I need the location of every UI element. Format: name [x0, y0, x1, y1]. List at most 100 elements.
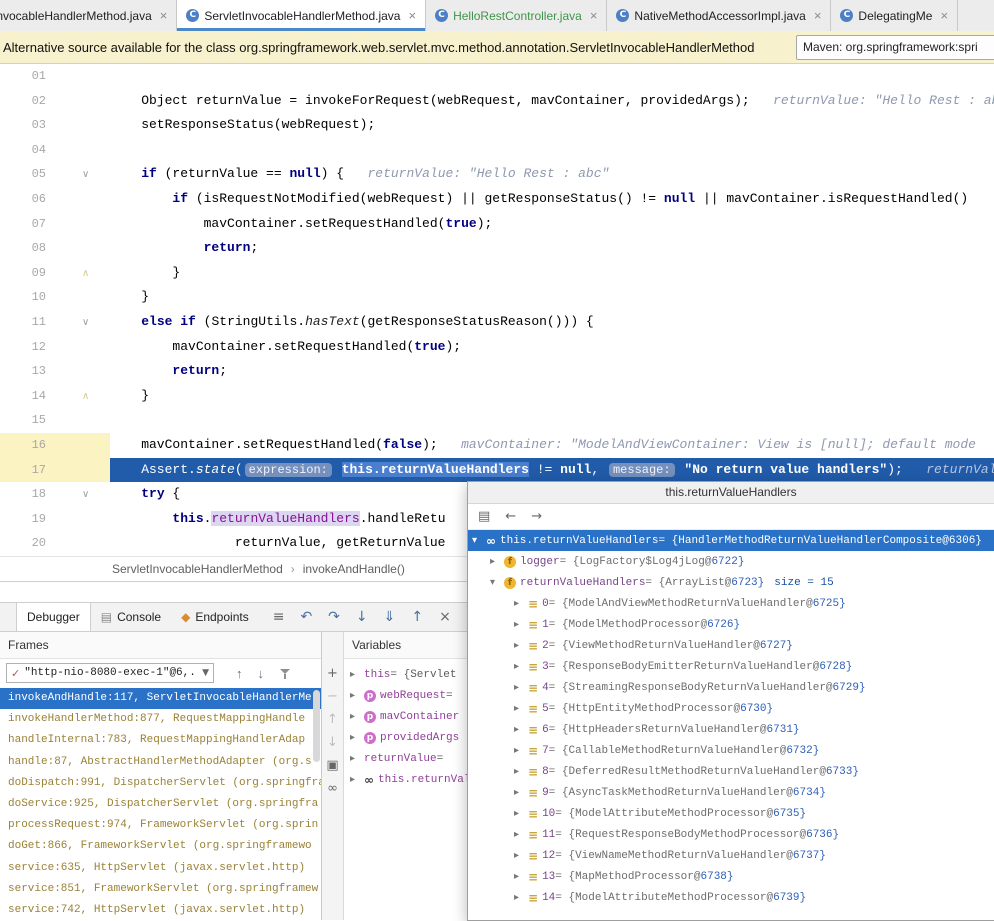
fold-up-icon[interactable]: ∧ — [82, 262, 89, 287]
popup-row[interactable]: ▸≡11 = {RequestResponseBodyMethodProcess… — [468, 824, 994, 845]
chevron-right-icon[interactable]: ▸ — [514, 871, 528, 882]
chevron-right-icon[interactable]: ▸ — [514, 703, 528, 714]
code-line[interactable]: 09∧ } — [0, 261, 994, 286]
code-line[interactable]: 12 mavContainer.setRequestHandled(true); — [0, 335, 994, 360]
code-line[interactable]: 14∧ } — [0, 384, 994, 409]
remove-watch-icon[interactable]: − — [327, 689, 338, 704]
popup-row[interactable]: ▸≡10 = {ModelAttributeMethodProcessor@67… — [468, 803, 994, 824]
editor-tab[interactable]: CInvocableHandlerMethod.java× — [0, 0, 177, 31]
tab-console[interactable]: ▤Console — [91, 603, 171, 631]
close-icon[interactable]: × — [590, 8, 598, 23]
code-line[interactable]: 04 — [0, 138, 994, 163]
code-line[interactable]: 15 — [0, 408, 994, 433]
frame-row[interactable]: service:742, HttpServlet (javax.servlet.… — [0, 900, 321, 920]
frame-row[interactable]: doService:925, DispatcherServlet (org.sp… — [0, 794, 321, 815]
popup-row[interactable]: ▸≡4 = {StreamingResponseBodyReturnValueH… — [468, 677, 994, 698]
frame-row[interactable]: doDispatch:991, DispatcherServlet (org.s… — [0, 773, 321, 794]
close-icon[interactable]: × — [160, 8, 168, 23]
frame-row[interactable]: service:635, HttpServlet (javax.servlet.… — [0, 858, 321, 879]
fold-down-icon[interactable]: ∨ — [82, 163, 89, 188]
code-line[interactable]: 01 — [0, 64, 994, 89]
layout-settings-icon[interactable]: ≡ — [273, 609, 285, 625]
popup-row[interactable]: ▸≡3 = {ResponseBodyEmitterReturnValueHan… — [468, 656, 994, 677]
chevron-right-icon[interactable]: ▸ — [514, 829, 528, 840]
breadcrumb-item-class[interactable]: ServletInvocableHandlerMethod — [112, 562, 283, 576]
duplicate-watch-icon[interactable]: ▣ — [326, 758, 338, 773]
expand-icon[interactable]: ▸ — [350, 669, 364, 680]
frame-row[interactable]: invokeAndHandle:117, ServletInvocableHan… — [0, 688, 321, 709]
popup-row[interactable]: ▸≡6 = {HttpHeadersReturnValueHandler@673… — [468, 719, 994, 740]
show-watches-icon[interactable]: ∞ — [327, 781, 338, 796]
show-execution-point-icon[interactable]: ↶ — [300, 609, 312, 625]
code-line[interactable]: 05∨ if (returnValue == null) { returnVal… — [0, 162, 994, 187]
frame-row[interactable]: handleInternal:783, RequestMappingHandle… — [0, 730, 321, 751]
code-line[interactable]: 06 if (isRequestNotModified(webRequest) … — [0, 187, 994, 212]
fold-up-icon[interactable]: ∧ — [82, 385, 89, 410]
popup-row[interactable]: ▸≡8 = {DeferredResultMethodReturnValueHa… — [468, 761, 994, 782]
chevron-right-icon[interactable]: ▸ — [514, 766, 528, 777]
popup-row[interactable]: ▸≡1 = {ModelMethodProcessor@6726} — [468, 614, 994, 635]
frame-row[interactable]: processRequest:974, FrameworkServlet (or… — [0, 815, 321, 836]
fold-down-icon[interactable]: ∨ — [82, 483, 89, 508]
frame-row[interactable]: invokeHandlerMethod:877, RequestMappingH… — [0, 709, 321, 730]
code-line[interactable]: 07 mavContainer.setRequestHandled(true); — [0, 212, 994, 237]
view-options-icon[interactable]: ▤ — [478, 509, 490, 524]
force-step-into-icon[interactable]: ⇓ — [384, 609, 396, 625]
chevron-right-icon[interactable]: ▸ — [490, 556, 504, 567]
step-out-icon[interactable]: ↑ — [411, 609, 423, 625]
popup-row[interactable]: ▸≡13 = {MapMethodProcessor@6738} — [468, 866, 994, 887]
expand-icon[interactable]: ▸ — [350, 753, 364, 764]
alt-source-combo[interactable]: Maven: org.springframework:spri — [796, 35, 994, 60]
filter-frames-icon[interactable] — [279, 667, 291, 680]
add-watch-icon[interactable]: + — [327, 666, 338, 681]
next-frame-icon[interactable]: ↓ — [258, 666, 265, 681]
tab-debugger[interactable]: Debugger — [16, 603, 91, 631]
code-line[interactable]: 10 } — [0, 285, 994, 310]
popup-row[interactable]: ▸flogger = {LogFactory$Log4jLog@6722} — [468, 551, 994, 572]
frame-row[interactable]: service:851, FrameworkServlet (org.sprin… — [0, 879, 321, 900]
code-line[interactable]: 03 setResponseStatus(webRequest); — [0, 113, 994, 138]
code-line[interactable]: 02 Object returnValue = invokeForRequest… — [0, 89, 994, 114]
popup-row[interactable]: ▸≡2 = {ViewMethodReturnValueHandler@6727… — [468, 635, 994, 656]
code-line[interactable]: 11∨ else if (StringUtils.hasText(getResp… — [0, 310, 994, 335]
popup-row[interactable]: ▸≡9 = {AsyncTaskMethodReturnValueHandler… — [468, 782, 994, 803]
forward-icon[interactable]: → — [531, 509, 542, 524]
popup-row[interactable]: ▾∞this.returnValueHandlers = {HandlerMet… — [468, 530, 994, 551]
chevron-down-icon[interactable]: ▾ — [472, 535, 486, 546]
frames-scrollbar[interactable] — [313, 690, 320, 762]
chevron-right-icon[interactable]: ▸ — [514, 808, 528, 819]
expand-icon[interactable]: ▸ — [350, 711, 364, 722]
back-icon[interactable]: ← — [505, 509, 516, 524]
popup-row[interactable]: ▸≡12 = {ViewNameMethodReturnValueHandler… — [468, 845, 994, 866]
close-icon[interactable]: × — [940, 8, 948, 23]
code-line[interactable]: 16 mavContainer.setRequestHandled(false)… — [0, 433, 994, 458]
chevron-right-icon[interactable]: ▸ — [514, 619, 528, 630]
move-watch-down-icon[interactable]: ↓ — [327, 735, 338, 750]
close-icon[interactable]: × — [814, 8, 822, 23]
tab-endpoints[interactable]: ◆Endpoints — [171, 603, 259, 631]
chevron-right-icon[interactable]: ▸ — [514, 850, 528, 861]
breadcrumb-item-method[interactable]: invokeAndHandle() — [303, 562, 405, 576]
frame-row[interactable]: doGet:866, FrameworkServlet (org.springf… — [0, 836, 321, 857]
expand-icon[interactable]: ▸ — [350, 690, 364, 701]
step-into-icon[interactable]: ↓ — [356, 609, 368, 625]
previous-frame-icon[interactable]: ↑ — [236, 666, 243, 681]
close-icon[interactable]: × — [408, 8, 416, 23]
move-watch-up-icon[interactable]: ↑ — [327, 712, 338, 727]
chevron-right-icon[interactable]: ▸ — [514, 682, 528, 693]
editor-tab[interactable]: CNativeMethodAccessorImpl.java× — [607, 0, 831, 31]
chevron-down-icon[interactable]: ▾ — [490, 577, 504, 588]
chevron-right-icon[interactable]: ▸ — [514, 787, 528, 798]
popup-row[interactable]: ▸≡0 = {ModelAndViewMethodReturnValueHand… — [468, 593, 994, 614]
chevron-right-icon[interactable]: ▸ — [514, 640, 528, 651]
popup-row[interactable]: ▸≡7 = {CallableMethodReturnValueHandler@… — [468, 740, 994, 761]
popup-row[interactable]: ▸≡14 = {ModelAttributeMethodProcessor@67… — [468, 887, 994, 908]
thread-selector[interactable]: ✓ "http-nio-8080-exec-1"@6,... ▼ — [6, 663, 214, 683]
editor-tab[interactable]: CHelloRestController.java× — [426, 0, 607, 31]
expand-icon[interactable]: ▸ — [350, 774, 364, 785]
chevron-right-icon[interactable]: ▸ — [514, 598, 528, 609]
code-line[interactable]: 08 return; — [0, 236, 994, 261]
fold-down-icon[interactable]: ∨ — [82, 311, 89, 336]
step-over-icon[interactable]: ↷ — [328, 609, 340, 625]
mute-breakpoints-icon[interactable]: × — [439, 609, 451, 625]
